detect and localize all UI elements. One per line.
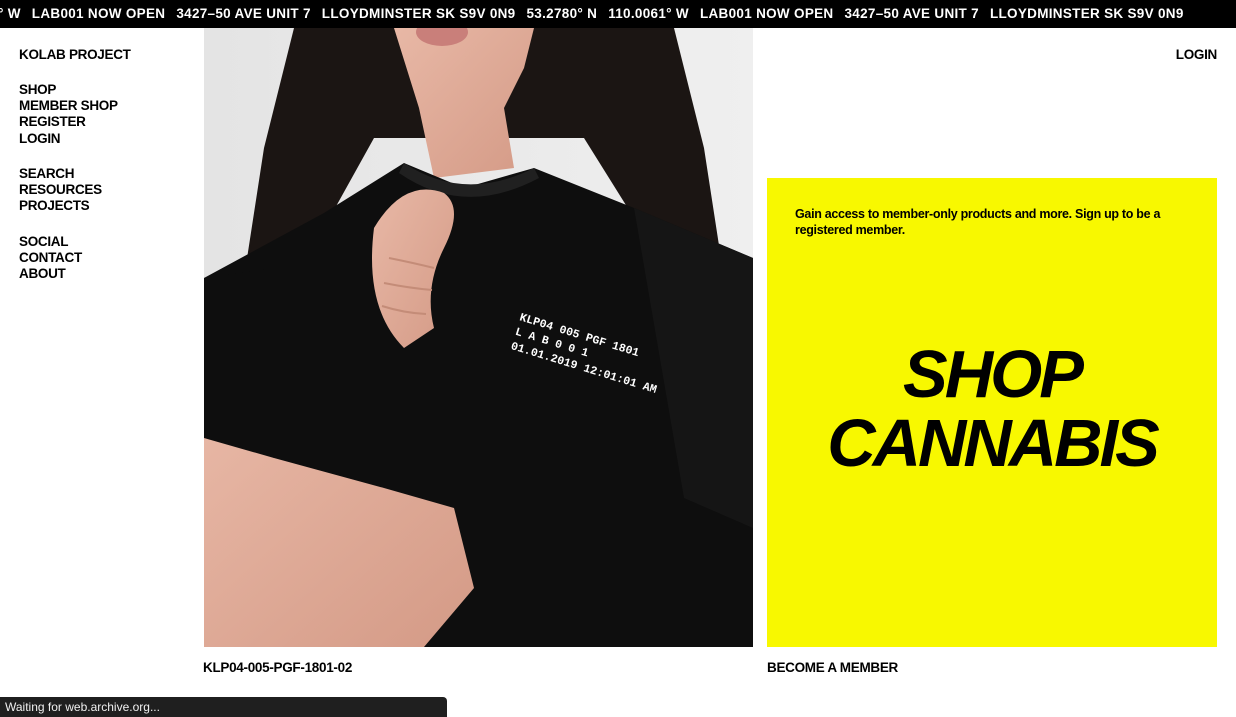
model-tshirt-illustration: KLP04 005 PGF 1801 L A B 0 0 1 01.01.201… — [204, 28, 753, 647]
ticker-item: 110.0061° W — [608, 6, 689, 21]
ticker-item: LAB001 NOW OPEN — [699, 6, 834, 21]
nav-link-projects[interactable]: PROJECTS — [19, 198, 179, 214]
ticker-item: LAB001 NOW OPEN — [31, 6, 166, 21]
nav-link-about[interactable]: ABOUT — [19, 266, 179, 282]
promo-headline[interactable]: SHOP CANNABIS — [767, 340, 1217, 478]
nav-link-register[interactable]: REGISTER — [19, 114, 179, 130]
product-caption-link[interactable]: KLP04-005-PGF-1801-02 — [203, 660, 352, 675]
header-login-link[interactable]: LOGIN — [1176, 47, 1218, 62]
product-photo[interactable]: KLP04 005 PGF 1801 L A B 0 0 1 01.01.201… — [204, 28, 753, 647]
nav-link-login[interactable]: LOGIN — [19, 131, 179, 147]
promo-headline-line: SHOP — [903, 337, 1084, 412]
brand-logo-link[interactable]: KOLAB PROJECT — [19, 47, 131, 62]
ticker-item: LLOYDMINSTER SK S9V 0N9 — [989, 6, 1184, 21]
ticker-item: 3427–50 AVE UNIT 7 — [176, 6, 311, 21]
nav-link-search[interactable]: SEARCH — [19, 166, 179, 182]
primary-nav: SHOP MEMBER SHOP REGISTER LOGIN — [19, 82, 179, 147]
secondary-nav: SEARCH RESOURCES PROJECTS — [19, 166, 179, 215]
browser-status-bar: Waiting for web.archive.org... — [0, 697, 447, 717]
promo-headline-line: CANNABIS — [827, 406, 1160, 481]
nav-link-resources[interactable]: RESOURCES — [19, 182, 179, 198]
announcement-ticker: ° W LAB001 NOW OPEN 3427–50 AVE UNIT 7 L… — [0, 0, 1236, 28]
tertiary-nav: SOCIAL CONTACT ABOUT — [19, 234, 179, 283]
ticker-item: 3427–50 AVE UNIT 7 — [844, 6, 979, 21]
ticker-item: 53.2780° N — [526, 6, 598, 21]
member-promo-panel[interactable]: Gain access to member-only products and … — [767, 178, 1217, 647]
nav-link-social[interactable]: SOCIAL — [19, 234, 179, 250]
ticker-item: ° W — [0, 6, 21, 21]
become-member-link[interactable]: BECOME A MEMBER — [767, 660, 898, 675]
nav-link-member-shop[interactable]: MEMBER SHOP — [19, 98, 179, 114]
ticker-item: LLOYDMINSTER SK S9V 0N9 — [321, 6, 516, 21]
nav-link-contact[interactable]: CONTACT — [19, 250, 179, 266]
promo-description: Gain access to member-only products and … — [795, 207, 1161, 237]
nav-link-shop[interactable]: SHOP — [19, 82, 179, 98]
